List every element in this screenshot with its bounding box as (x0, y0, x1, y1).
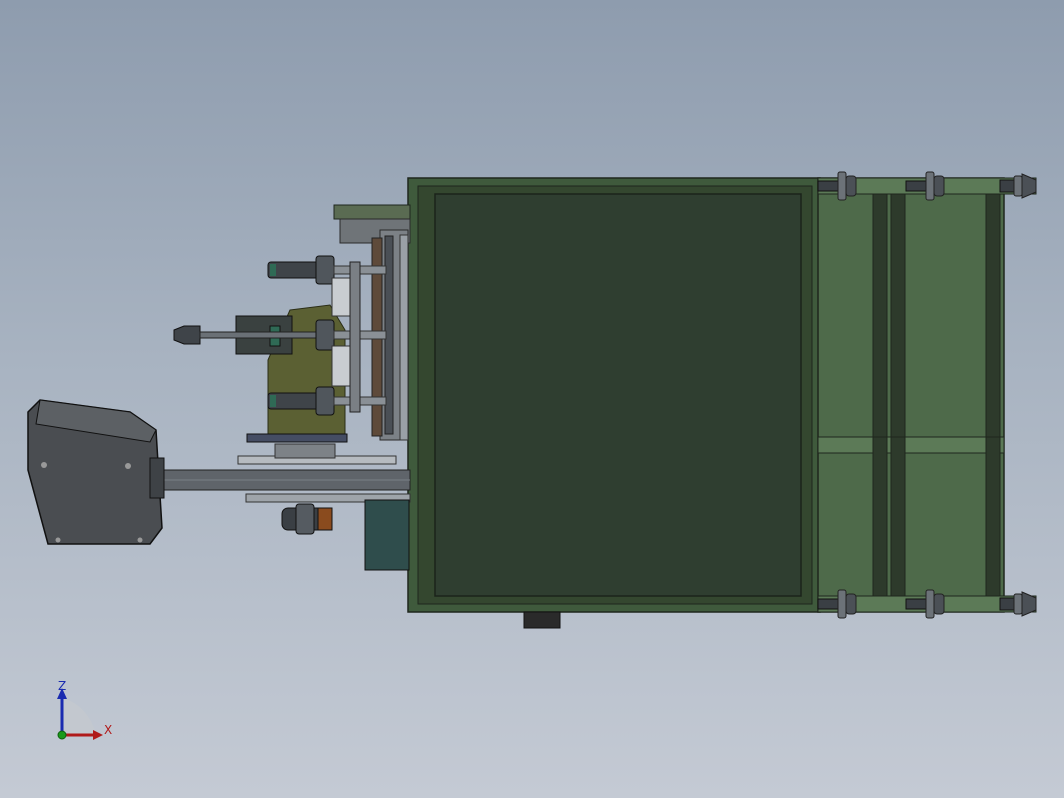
cad-viewport[interactable]: Z X (0, 0, 1064, 798)
x-axis-label: X (104, 723, 112, 737)
axis-triad: Z X (57, 679, 112, 740)
model-canvas[interactable]: Z X (0, 0, 1064, 798)
z-axis-label: Z (58, 679, 66, 693)
valve-fitting (281, 503, 333, 535)
main-cabinet[interactable] (407, 177, 821, 629)
cylinder-top (267, 255, 387, 285)
lower-plates (237, 433, 411, 571)
bottom-connector (523, 611, 561, 629)
right-frame[interactable] (817, 177, 1037, 613)
gear-motor (27, 399, 165, 545)
